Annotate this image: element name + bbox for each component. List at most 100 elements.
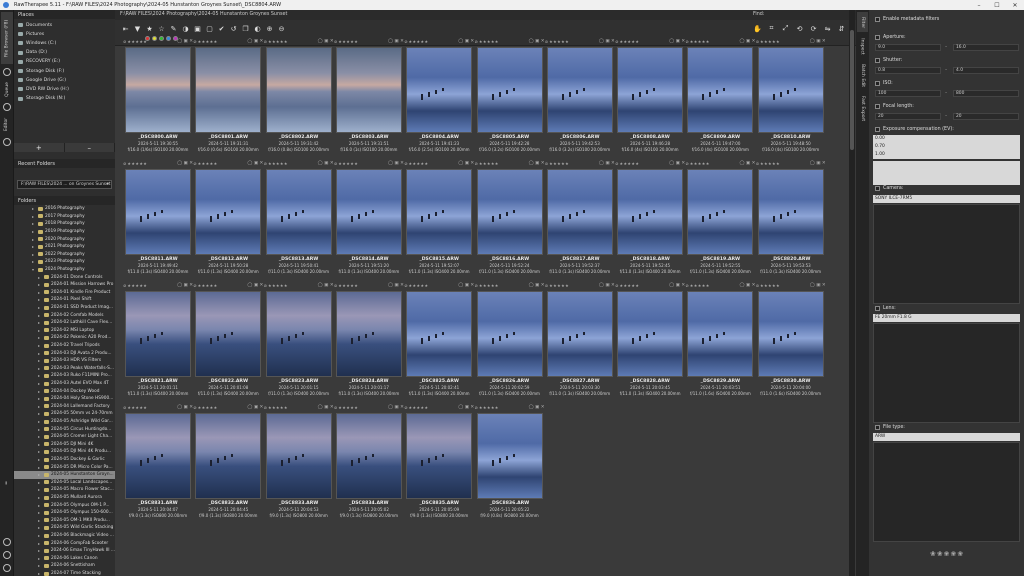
reject-icon[interactable]: ⊘ xyxy=(756,39,759,44)
thumbnail-image[interactable] xyxy=(265,291,332,377)
thumbnail-actions[interactable]: ◯ ▣ ✕ xyxy=(458,39,474,44)
thumbnail-card[interactable]: ⊘ ★★★★★ ◯ ▣ ✕ _DSC8816.ARW 2024-5-11 19:52:2… xyxy=(475,160,545,282)
reject-icon[interactable]: ⊘ xyxy=(123,39,126,44)
collapsed-arrow-icon[interactable]: ▸ xyxy=(38,343,42,348)
rating-stars[interactable]: ★★★★★ xyxy=(409,161,429,166)
reject-icon[interactable]: ⊘ xyxy=(545,39,548,44)
folder-item[interactable]: ▸ 2024-03 Autel EVO Max 4T xyxy=(14,380,115,388)
collapsed-arrow-icon[interactable]: ▸ xyxy=(38,487,42,492)
thumbnail-image[interactable] xyxy=(546,291,613,377)
toolbar-button[interactable]: ☆ xyxy=(157,24,166,33)
thumbnail-card[interactable]: ⊘ ★★★★★ ◯ ▣ ✕ _DSC8822.ARW 2024-5-11 20:01:0… xyxy=(193,282,263,404)
rating-stars[interactable]: ★★★★★ xyxy=(409,283,429,288)
folder-item[interactable]: ▸ 2024-01 SSD Product Imag... xyxy=(14,304,115,312)
thumbnail-actions[interactable]: ◯ ▣ ✕ xyxy=(458,405,474,410)
rating-stars[interactable]: ★★★★★ xyxy=(479,39,499,44)
thumbnail-actions[interactable]: ◯ ▣ ✕ xyxy=(529,161,545,166)
folder-item[interactable]: ▸ 2018 Photography xyxy=(14,220,115,228)
thumbnail-image[interactable] xyxy=(335,169,402,255)
folder-item[interactable]: ▸ 2024-05 Olympus OM-1 P... xyxy=(14,501,115,509)
thumbnail-card[interactable]: ⊘ ★★★★★ ◯ ▣ ✕ _DSC8821.ARW 2024-5-11 20:01:1… xyxy=(123,282,193,404)
thumbnail-card[interactable]: ⊘ ★★★★★ ◯ ▣ ✕ _DSC8825.ARW 2024-5-11 20:02:4… xyxy=(404,282,474,404)
collapsed-arrow-icon[interactable]: ▸ xyxy=(38,427,42,432)
reject-icon[interactable]: ⊘ xyxy=(334,39,337,44)
tab-queue[interactable]: Queue xyxy=(1,78,13,100)
thumbnail-card[interactable]: ⊘ ★★★★★ ◯ ▣ ✕ _DSC8817.ARW 2024-5-11 19:52:3… xyxy=(545,160,615,282)
thumbnail-actions[interactable]: ◯ ▣ ✕ xyxy=(247,39,263,44)
reject-icon[interactable]: ⊘ xyxy=(404,283,407,288)
place-item[interactable]: DVD RW Drive (H:) xyxy=(18,85,69,93)
place-item[interactable]: Pictures xyxy=(18,30,44,38)
folder-item[interactable]: ▸ 2024-06 Snettisham xyxy=(14,562,115,570)
thumbnail-image[interactable] xyxy=(335,47,402,133)
thumbnail-card[interactable]: ⊘ ★★★★★ ◯ ▣ ✕ _DSC8809.ARW 2024-5-11 19:47:0… xyxy=(685,38,755,160)
rating-stars[interactable]: ★★★★★ xyxy=(338,39,358,44)
collapsed-arrow-icon[interactable]: ▸ xyxy=(32,252,36,257)
folder-item[interactable]: ▸ 2024-01 Pixel Shift xyxy=(14,296,115,304)
thumbnail-actions[interactable]: ◯ ▣ ✕ xyxy=(388,161,404,166)
toolbar-button[interactable]: ◐ xyxy=(253,24,262,33)
reject-icon[interactable]: ⊘ xyxy=(685,161,688,166)
rating-stars[interactable]: ★★★★★ xyxy=(690,39,710,44)
reject-icon[interactable]: ⊘ xyxy=(685,39,688,44)
folder-item[interactable]: ▸ 2021 Photography xyxy=(14,243,115,251)
folder-item[interactable]: ▸ 2024-03 Peaks Waterfalls-S... xyxy=(14,365,115,373)
thumbnail-card[interactable]: ⊘ ★★★★★ ◯ ▣ ✕ _DSC8831.ARW 2024-5-11 20:04:0… xyxy=(123,404,193,526)
folder-item[interactable]: ▸ 2024-05 Ashridge Wild Gar... xyxy=(14,418,115,426)
checkbox[interactable] xyxy=(875,186,880,191)
folder-item[interactable]: ▸ 2024-05 Wild Garlic Stacking xyxy=(14,524,115,532)
collapsed-arrow-icon[interactable]: ▸ xyxy=(32,229,36,234)
remove-place-button[interactable]: – xyxy=(64,143,115,152)
folder-item[interactable]: ▸ 2022 Photography xyxy=(14,251,115,259)
folder-item[interactable]: ▸ 2024-02 Comfab Models xyxy=(14,311,115,319)
folder-item[interactable]: ▸ 2024-06 Lakes Canon xyxy=(14,555,115,563)
thumbnail-actions[interactable]: ◯ ▣ ✕ xyxy=(669,39,685,44)
folder-item[interactable]: ▸ 2017 Photography xyxy=(14,213,115,221)
thumbnail-card[interactable]: ⊘ ★★★★★ ◯ ▣ ✕ _DSC8824.ARW 2024-5-11 20:01:1… xyxy=(334,282,404,404)
thumbnail-image[interactable] xyxy=(617,291,684,377)
reject-icon[interactable]: ⊘ xyxy=(123,161,126,166)
folder-item[interactable]: ▸ 2024-05 Local Landscapes... xyxy=(14,479,115,487)
tab-batch-edit[interactable]: Batch Edit xyxy=(857,60,868,90)
folder-item[interactable]: ▸ 2024-05 Hunstanton Groyn... xyxy=(14,471,115,479)
expanded-arrow-icon[interactable]: ▾ xyxy=(32,267,36,272)
thumbnail-card[interactable]: ⊘ ★★★★★ ◯ ▣ ✕ _DSC8813.ARW 2024-5-11 19:50:4… xyxy=(264,160,334,282)
folder-item[interactable]: ▸ 2024-01 Kindle Fire Product xyxy=(14,289,115,297)
reject-icon[interactable]: ⊘ xyxy=(475,161,478,166)
thumbnail-image[interactable] xyxy=(687,169,754,255)
list-item[interactable]: 1.00 xyxy=(873,151,1020,159)
lens-filter[interactable]: Lens: xyxy=(875,306,896,311)
toolbar-button[interactable]: ⟲ xyxy=(795,24,804,33)
focal-max-input[interactable]: 20 xyxy=(953,113,1019,120)
help-icon[interactable] xyxy=(3,538,11,546)
info-icon[interactable] xyxy=(3,551,11,559)
place-item[interactable]: Data (D:) xyxy=(18,49,47,57)
toolbar-button[interactable]: ▼ xyxy=(133,24,142,33)
checkbox[interactable] xyxy=(875,35,880,40)
rating-stars[interactable]: ★★★★★ xyxy=(338,283,358,288)
reject-icon[interactable]: ⊘ xyxy=(264,39,267,44)
place-item[interactable]: Storage Disk (F:) xyxy=(18,67,64,75)
lens-list[interactable]: FE 20mm F1.8 G xyxy=(873,314,1020,322)
reject-icon[interactable]: ⊘ xyxy=(615,39,618,44)
list-item[interactable]: 0.00 xyxy=(873,135,1020,143)
thumbnail-card[interactable]: ⊘ ★★★★★ ◯ ▣ ✕ _DSC8826.ARW 2024-5-11 20:02:5… xyxy=(475,282,545,404)
thumbnail-card[interactable]: ⊘ ★★★★★ ◯ ▣ ✕ _DSC8835.ARW 2024-5-11 20:05:0… xyxy=(404,404,474,526)
folder-item[interactable]: ▸ 2024-03 Ruko F11MINI Pro... xyxy=(14,372,115,380)
rating-stars[interactable]: ★★★★★ xyxy=(549,283,569,288)
folder-item[interactable]: ▸ 2016 Photography xyxy=(14,205,115,213)
toolbar-button[interactable]: ❐ xyxy=(241,24,250,33)
rating-stars[interactable]: ★★★★★ xyxy=(409,39,429,44)
find-field[interactable]: Find: xyxy=(753,12,853,19)
collapsed-arrow-icon[interactable]: ▸ xyxy=(38,518,42,523)
folder-item[interactable]: ▸ 2024-06 Blackmagic Video ... xyxy=(14,532,115,540)
thumbnail-card[interactable]: ⊘ ★★★★★ ◯ ▣ ✕ _DSC8808.ARW 2024-5-11 19:46:2… xyxy=(615,38,685,160)
thumbnail-card[interactable]: ⊘ ★★★★★ ◯ ▣ ✕ _DSC8814.ARW 2024-5-11 19:51:2… xyxy=(334,160,404,282)
collapsed-arrow-icon[interactable]: ▸ xyxy=(38,328,42,333)
thumbnail-image[interactable] xyxy=(195,169,262,255)
aperture-max-input[interactable]: 16.0 xyxy=(953,44,1019,51)
aperture-filter[interactable]: Aperture: xyxy=(875,35,906,40)
thumbnail-card[interactable]: ⊘ ★★★★★ ◯ ▣ ✕ _DSC8806.ARW 2024-5-11 19:42:5… xyxy=(545,38,615,160)
thumbnail-image[interactable] xyxy=(757,169,824,255)
thumbnail-actions[interactable]: ◯ ▣ ✕ xyxy=(177,405,193,410)
